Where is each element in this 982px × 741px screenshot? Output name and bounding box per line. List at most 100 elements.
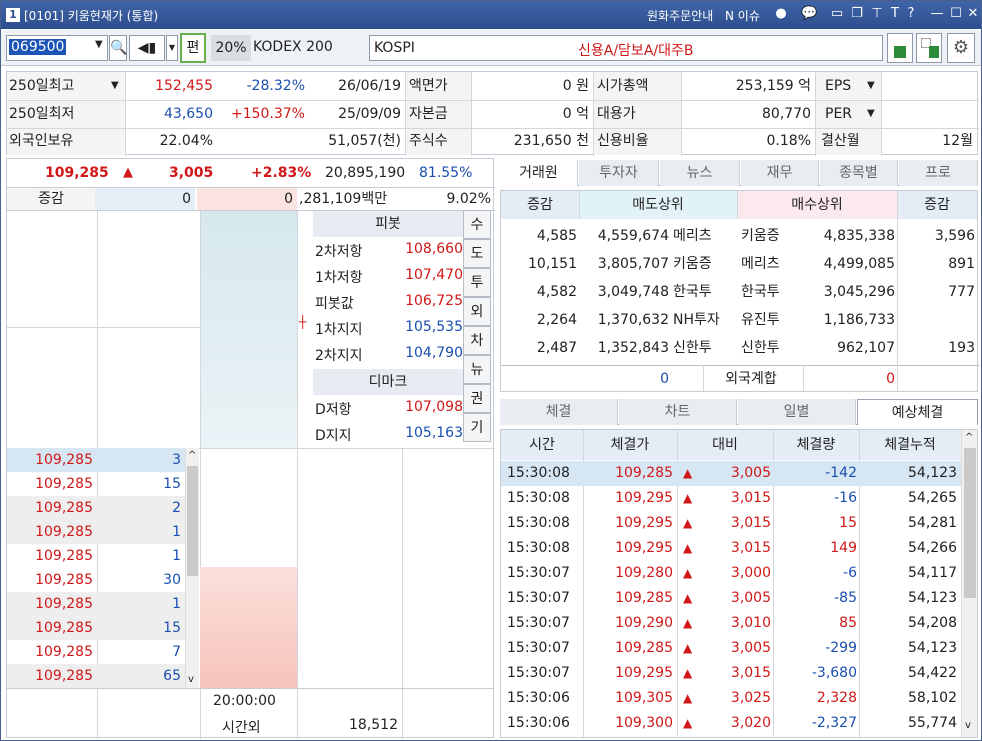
dmark-support-label: D지지 — [315, 428, 352, 444]
up-arrow-icon: ▲ — [683, 566, 693, 580]
broker-sell-name[interactable]: 신한투 — [673, 336, 733, 360]
split-view-icon[interactable] — [916, 33, 942, 63]
up-arrow-icon: ▲ — [683, 516, 693, 530]
trade-volume: -142 — [825, 465, 857, 481]
after-hours-row: 20:00:00 시간외 18,512 — [6, 688, 494, 738]
copy-icon[interactable]: ❐ — [849, 6, 865, 22]
broker-hdr-change-sell: 증감 — [501, 191, 579, 219]
notice-link[interactable]: 원화주문안내 — [647, 7, 713, 24]
speaker-dropdown-icon[interactable]: ▼ — [166, 35, 178, 61]
trade-cumulative: 54,117 — [908, 565, 957, 581]
side-btn-7[interactable]: 기 — [463, 413, 491, 442]
pen-button[interactable]: 편 — [180, 33, 206, 63]
side-btn-1[interactable]: 도 — [463, 239, 491, 268]
minimize-icon[interactable]: — — [929, 6, 945, 22]
broker-sell-change: 10,151 — [528, 256, 577, 272]
tick-price: 109,285 — [35, 596, 93, 612]
broker-buy-name[interactable]: 신한투 — [741, 336, 801, 360]
pin-icon[interactable]: ⊤ — [869, 6, 885, 22]
chart-view-icon[interactable] — [887, 33, 913, 63]
scroll-down-icon[interactable]: v — [965, 720, 971, 731]
broker-buy-name[interactable]: 유진투 — [741, 308, 801, 332]
foreign-sell-total: 0 — [660, 371, 669, 387]
scroll-up-icon[interactable]: ^ — [188, 450, 196, 461]
trade-scrollbar[interactable]: ^ v — [961, 430, 977, 737]
trade-time: 15:30:07 — [507, 615, 570, 631]
trade-cumulative: 54,281 — [908, 515, 957, 531]
maximize-icon[interactable]: ☐ — [948, 6, 964, 22]
tab-finance[interactable]: 재무 — [741, 160, 819, 186]
side-btn-4[interactable]: 차 — [463, 326, 491, 355]
side-btn-5[interactable]: 뉴 — [463, 355, 491, 384]
tab-program[interactable]: 프로 — [899, 160, 978, 186]
tick-scrollbar[interactable]: ^ v — [185, 448, 199, 688]
broker-buy-name[interactable]: 키움증 — [741, 224, 801, 248]
trade-cumulative: 54,265 — [908, 490, 957, 506]
scroll-thumb[interactable] — [187, 466, 198, 576]
tick-price: 109,285 — [35, 620, 93, 636]
speaker-icon[interactable]: ◀▮ — [129, 35, 165, 61]
tab-trades[interactable]: 체결 — [500, 399, 618, 425]
trade-hdr-change: 대비 — [712, 437, 738, 453]
help-icon[interactable]: ? — [903, 6, 919, 22]
tick-qty: 7 — [172, 644, 181, 660]
code-dropdown-icon[interactable]: ▼ — [95, 39, 103, 50]
tab-by-stock[interactable]: 종목별 — [820, 160, 898, 186]
side-btn-0[interactable]: 수 — [463, 210, 491, 239]
up-arrow-icon: ▲ — [683, 641, 693, 655]
turnover-pct: 9.02% — [446, 191, 491, 207]
pivot-value: 106,725 — [405, 293, 463, 309]
broker-sell-name[interactable]: 메리츠 — [673, 224, 733, 248]
issue-link[interactable]: N 이슈 — [725, 7, 760, 24]
trade-price: 109,285 — [615, 590, 673, 606]
trade-change: 3,015 — [730, 490, 771, 506]
eps-dropdown-icon[interactable]: ▼ — [867, 72, 875, 100]
trade-amount: ,281,109백만 — [299, 191, 388, 207]
chat-icon[interactable]: 💬 — [801, 6, 817, 22]
trade-cumulative: 54,123 — [908, 640, 957, 656]
tab-chart[interactable]: 차트 — [619, 399, 737, 425]
tab-investor[interactable]: 투자자 — [579, 160, 659, 186]
trade-volume: -3,680 — [811, 665, 857, 681]
side-btn-6[interactable]: 권 — [463, 384, 491, 413]
broker-hdr-sell: 매도상위 — [579, 191, 737, 219]
broker-buy-name[interactable]: 한국투 — [741, 280, 801, 304]
substitute-price-label: 대용가 — [593, 100, 681, 128]
search-icon[interactable]: 🔍 — [109, 35, 127, 61]
text-icon[interactable]: T — [887, 6, 903, 22]
broker-sell-name[interactable]: 키움증 — [673, 252, 733, 276]
trade-change: 3,000 — [730, 565, 771, 581]
close-icon[interactable]: ✕ — [965, 6, 981, 22]
market-cap-value: 253,159 억 — [735, 78, 811, 94]
broker-sell-name[interactable]: NH투자 — [673, 308, 733, 332]
tab-expected-trades[interactable]: 예상체결 — [857, 399, 978, 425]
up-arrow-icon: ▲ — [683, 591, 693, 605]
trade-price: 109,285 — [615, 465, 673, 481]
scroll-thumb[interactable] — [964, 448, 976, 598]
side-btn-3[interactable]: 외 — [463, 297, 491, 326]
broker-sell-name[interactable]: 한국투 — [673, 280, 733, 304]
broker-sell-change: 4,585 — [536, 228, 577, 244]
scroll-down-icon[interactable]: v — [188, 674, 194, 685]
trade-tabs: 체결 차트 일별 예상체결 — [500, 399, 978, 425]
side-btn-2[interactable]: 투 — [463, 268, 491, 297]
substitute-price-value: 80,770 — [762, 106, 811, 122]
high-250-dropdown-icon[interactable]: ▼ — [111, 72, 119, 100]
broker-buy-qty: 4,499,085 — [823, 256, 895, 272]
stock-code-input[interactable]: 069500 — [9, 39, 67, 55]
pivot-s1-value: 105,535 — [405, 319, 463, 335]
change-value-b: 0 — [197, 188, 297, 210]
tab-daily[interactable]: 일별 — [738, 399, 856, 425]
trade-hdr-time: 시간 — [529, 437, 555, 453]
per-dropdown-icon[interactable]: ▼ — [867, 100, 875, 128]
broker-buy-name[interactable]: 메리츠 — [741, 252, 801, 276]
after-hours-value: 18,512 — [349, 717, 398, 733]
code-input-box[interactable]: 069500 ▼ — [6, 35, 108, 61]
tab-news[interactable]: 뉴스 — [660, 160, 740, 186]
broker-sell-qty: 4,559,674 — [597, 228, 669, 244]
window-icon[interactable]: ▭ — [829, 6, 845, 22]
gear-icon[interactable]: ⚙ — [947, 33, 975, 63]
kakao-icon[interactable]: ● — [773, 6, 789, 22]
tab-broker[interactable]: 거래원 — [500, 160, 578, 186]
scroll-up-icon[interactable]: ^ — [965, 432, 973, 443]
